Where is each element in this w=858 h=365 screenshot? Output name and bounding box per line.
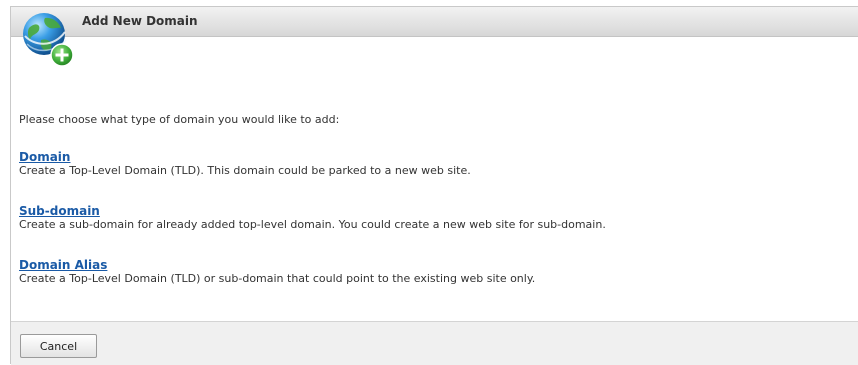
domain-description: Create a Top-Level Domain (TLD). This do… xyxy=(19,164,471,177)
domain-alias-link[interactable]: Domain Alias xyxy=(19,258,849,272)
domain-link[interactable]: Domain xyxy=(19,150,849,164)
option-domain-alias: Domain Alias Create a Top-Level Domain (… xyxy=(19,258,849,286)
cancel-button[interactable]: Cancel xyxy=(20,334,97,358)
globe-add-icon xyxy=(23,13,74,67)
add-domain-panel: Add New Domain Please choose what type o… xyxy=(10,6,858,365)
sub-domain-description: Create a sub-domain for already added to… xyxy=(19,218,606,231)
page-title: Add New Domain xyxy=(82,14,198,28)
domain-alias-description: Create a Top-Level Domain (TLD) or sub-d… xyxy=(19,272,536,285)
option-sub-domain: Sub-domain Create a sub-domain for alrea… xyxy=(19,204,849,232)
intro-text: Please choose what type of domain you wo… xyxy=(19,113,340,126)
option-domain: Domain Create a Top-Level Domain (TLD). … xyxy=(19,150,849,178)
sub-domain-link[interactable]: Sub-domain xyxy=(19,204,849,218)
footer-bar: Cancel xyxy=(11,321,858,365)
title-bar: Add New Domain xyxy=(11,7,858,37)
